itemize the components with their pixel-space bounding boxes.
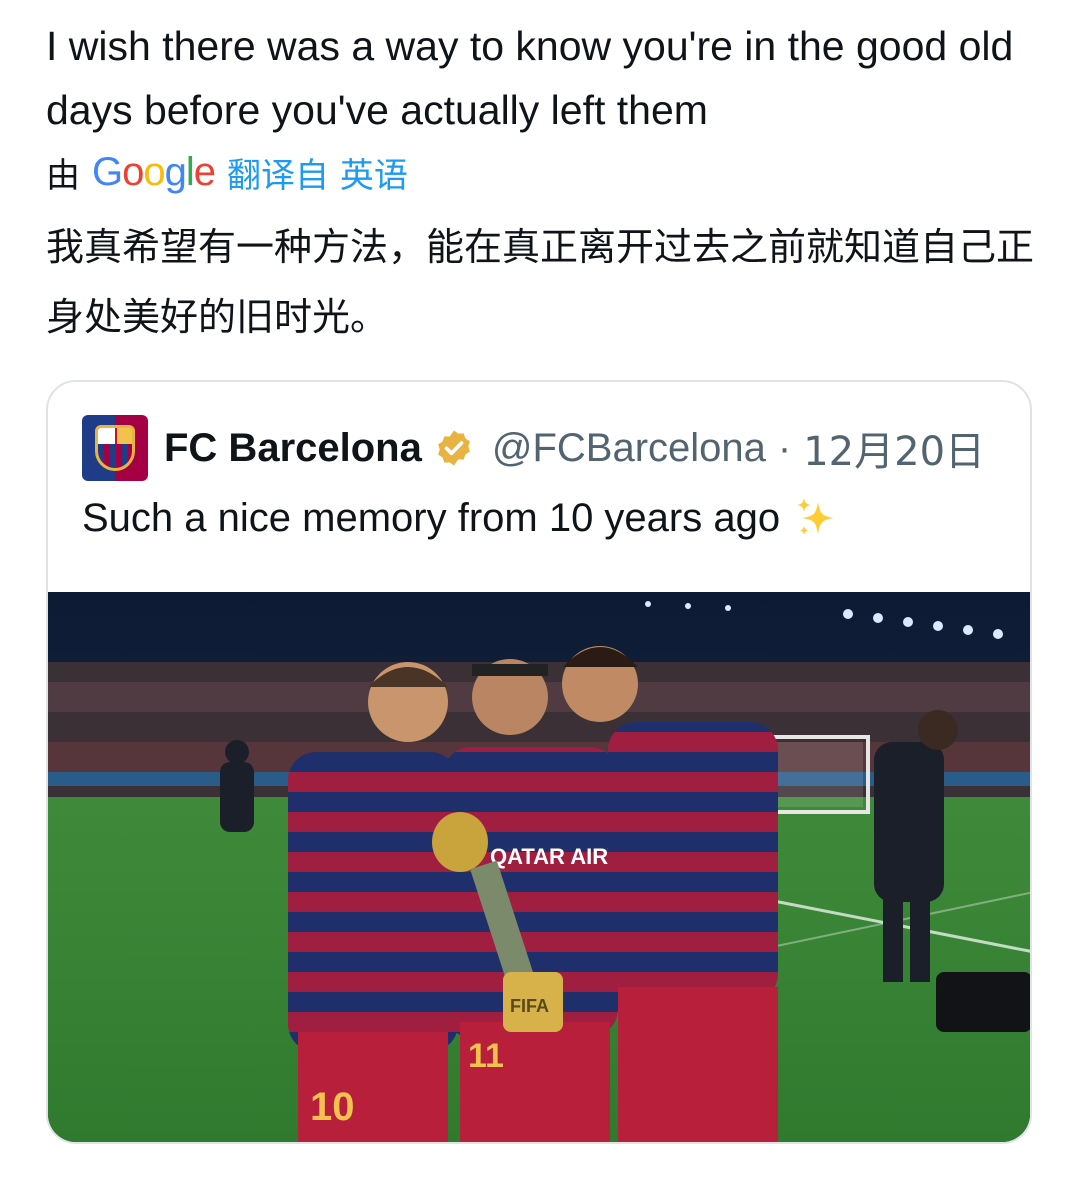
tweet-photo[interactable]: 10 11 QATAR AIRWAYS FIFA xyxy=(48,592,1030,1142)
trophy-label: FIFA xyxy=(510,996,549,1016)
sparkles-icon xyxy=(797,498,835,535)
account-name[interactable]: FC Barcelona xyxy=(164,426,422,471)
tweet-date[interactable]: 12月20日 xyxy=(803,419,985,477)
quoted-tweet-header: FC Barcelona @FCBarcelona · 12月20日 xyxy=(82,415,985,481)
quoted-tweet-card[interactable]: FC Barcelona @FCBarcelona · 12月20日 Such … xyxy=(46,380,1032,1144)
tweet-text: I wish there was a way to know you're in… xyxy=(46,23,1014,133)
separator-dot: · xyxy=(777,425,792,470)
barcelona-crest-icon xyxy=(95,425,135,471)
quoted-tweet-text: Such a nice memory from 10 years ago xyxy=(82,494,840,542)
google-logo: Google xyxy=(92,149,216,194)
translation-prefix: 由 xyxy=(46,155,80,196)
player-number-11: 11 xyxy=(468,1037,504,1075)
stadium-photo: 10 11 QATAR AIRWAYS FIFA xyxy=(48,592,1030,1142)
player-number-10: 10 xyxy=(310,1085,355,1129)
verified-badge-icon xyxy=(438,430,470,466)
translated-text: 我真希望有一种方法，能在真正离开过去之前就知道自己正身处美好的旧时光。 xyxy=(46,225,1035,339)
translation-source-link[interactable]: 翻译自 英语 xyxy=(227,148,408,197)
avatar[interactable] xyxy=(82,415,148,481)
quoted-tweet-body: Such a nice memory from 10 years ago xyxy=(82,495,781,540)
account-handle[interactable]: @FCBarcelona xyxy=(492,426,766,471)
translation-attribution[interactable]: 由 Google 翻译自 英语 xyxy=(46,148,408,196)
